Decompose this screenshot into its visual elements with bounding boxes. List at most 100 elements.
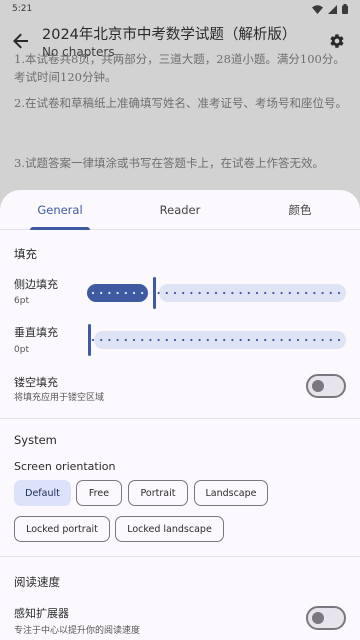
slider-tick [329, 338, 332, 342]
slider-tick [305, 338, 308, 342]
slider-tick [305, 291, 308, 295]
slider-tick [288, 338, 291, 342]
slider-tick [173, 338, 177, 342]
slider-tick [141, 291, 144, 295]
slider-tick [190, 338, 193, 342]
settings-button[interactable] [326, 30, 348, 52]
perception-expander-switch[interactable] [306, 606, 346, 630]
slider-tick [141, 338, 144, 342]
slider-tick [214, 291, 218, 295]
perception-expander-label: 感知扩展器 [14, 607, 69, 620]
orientation-default-chip[interactable]: Default [14, 480, 71, 506]
slider-tick [149, 291, 152, 295]
slider-tick [280, 291, 283, 295]
slider-tick [231, 338, 234, 342]
wifi-icon [312, 4, 323, 14]
slider-tick [223, 291, 226, 295]
slider-tick [313, 291, 316, 295]
orientation-locked-portrait-chip[interactable]: Locked portrait [14, 516, 110, 542]
slider-tick [173, 291, 177, 295]
slider-tick [337, 291, 341, 295]
padding-section-title: 填充 [14, 247, 37, 261]
slider-tick [223, 338, 226, 342]
slider-tick [247, 291, 250, 295]
settings-tabs: General Reader 颜色 [0, 190, 360, 230]
vertical-padding-slider[interactable] [87, 324, 346, 356]
instruction-3: 3.试题答案一律填涂或书写在答题卡上，在试卷上作答无效。 [14, 156, 324, 170]
orientation-locked-landscape-chip[interactable]: Locked landscape [115, 516, 224, 542]
orientation-portrait-chip[interactable]: Portrait [128, 480, 188, 506]
slider-tick [206, 338, 209, 342]
slider-tick [231, 291, 234, 295]
slider-tick [198, 338, 201, 342]
slider-tick [165, 291, 168, 295]
slider-tick [116, 291, 119, 295]
orientation-label: Screen orientation [14, 460, 116, 473]
slider-tick [255, 338, 259, 342]
slider-tick [116, 338, 119, 342]
slider-tick [272, 338, 275, 342]
horizontal-padding-value: 6pt [14, 296, 29, 306]
slider-tick [198, 291, 201, 295]
divider [0, 556, 360, 557]
battery-icon [342, 4, 348, 14]
tab-reader[interactable]: Reader [120, 190, 240, 229]
slider-tick [100, 291, 103, 295]
slider-tick [91, 291, 95, 295]
slider-tick [329, 291, 332, 295]
slider-ticks [91, 291, 341, 295]
slider-tick [296, 291, 300, 295]
vertical-padding-label: 垂直填充 [14, 326, 58, 339]
slider-tick [124, 291, 127, 295]
settings-sheet: General Reader 颜色 填充 侧边填充 6pt 垂直填充 0pt 镂… [0, 190, 360, 640]
slider-tick [264, 338, 267, 342]
signal-icon [328, 4, 337, 14]
slider-tick [247, 338, 250, 342]
slider-tick [321, 291, 324, 295]
slider-tick [255, 291, 259, 295]
horizontal-padding-slider[interactable] [87, 277, 346, 309]
status-bar: 5:21 [0, 0, 360, 18]
slider-tick [190, 291, 193, 295]
slider-tick [100, 338, 103, 342]
horizontal-padding-label: 侧边填充 [14, 278, 58, 291]
slider-tick [239, 338, 242, 342]
slider-thumb[interactable] [153, 277, 156, 309]
slider-tick [124, 338, 127, 342]
back-button[interactable] [10, 30, 32, 52]
slider-tick [214, 338, 218, 342]
perception-expander-description: 专注于中心以提升你的阅读速度 [14, 626, 141, 636]
slider-tick [182, 291, 185, 295]
arrow-back-icon [13, 33, 28, 49]
slider-tick [157, 291, 160, 295]
tab-general[interactable]: General [0, 190, 120, 230]
vertical-padding-value: 0pt [14, 345, 29, 355]
instruction-1: 1.本试卷共8页，共两部分，三道大题，28道小题。满分100分。考试时间120分… [14, 52, 345, 84]
slider-tick [264, 291, 267, 295]
slider-tick [132, 291, 136, 295]
tab-color[interactable]: 颜色 [240, 190, 360, 229]
orientation-landscape-chip[interactable]: Landscape [194, 480, 268, 506]
status-time: 5:21 [12, 4, 33, 14]
orientation-free-chip[interactable]: Free [76, 480, 122, 506]
slider-thumb[interactable] [88, 324, 91, 356]
slider-tick [206, 291, 209, 295]
slider-tick [149, 338, 152, 342]
divider [0, 418, 360, 419]
switch-knob [312, 612, 324, 624]
slider-tick [91, 338, 95, 342]
slider-tick [157, 338, 160, 342]
cutout-padding-switch[interactable] [306, 374, 346, 398]
slider-tick [296, 338, 300, 342]
cutout-padding-description: 将填充应用于镂空区域 [14, 393, 105, 403]
slider-tick [132, 338, 136, 342]
gear-icon [330, 34, 344, 48]
slider-tick [165, 338, 168, 342]
slider-tick [272, 291, 275, 295]
slider-tick [108, 291, 111, 295]
slider-tick [108, 338, 111, 342]
slider-tick [288, 291, 291, 295]
system-section-title: System [14, 433, 57, 447]
slider-tick [280, 338, 283, 342]
cutout-padding-label: 镂空填充 [14, 376, 58, 389]
